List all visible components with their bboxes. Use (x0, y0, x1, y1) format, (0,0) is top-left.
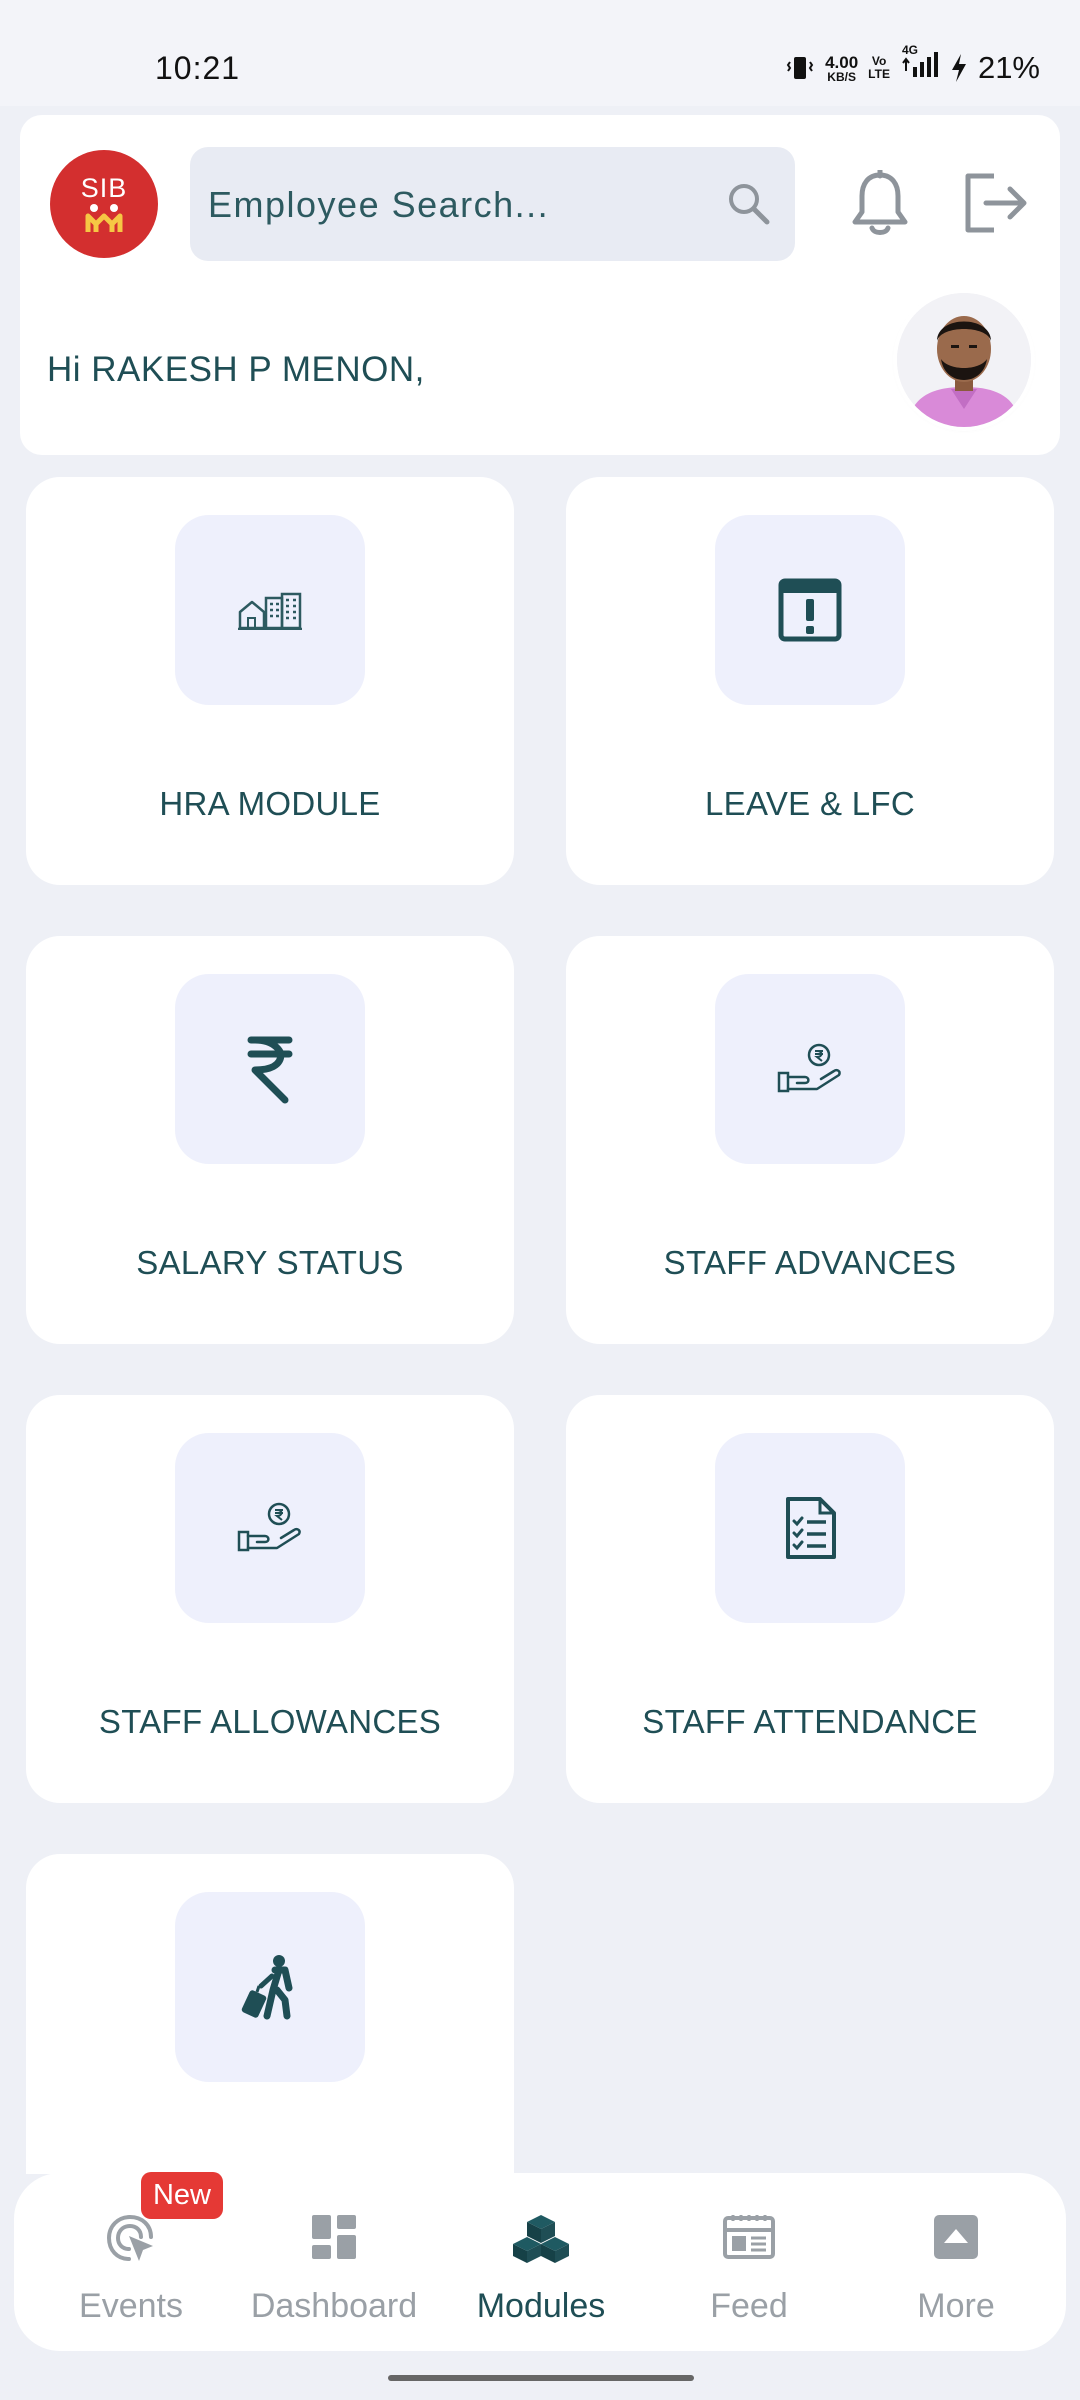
nav-item-dashboard[interactable]: Dashboard (239, 2213, 429, 2333)
network-speed: 4.00 KB/S (825, 54, 858, 83)
module-label: STAFF ATTENDANCE (642, 1703, 978, 1740)
logo-text: SIB (80, 172, 128, 203)
logo-mark-icon (85, 203, 123, 232)
network-speed-unit: KB/S (827, 69, 856, 84)
volte-bottom: LTE (868, 67, 890, 81)
more-icon (934, 2215, 978, 2259)
search-icon[interactable] (725, 180, 773, 228)
events-icon (106, 2214, 153, 2261)
traveller-icon (241, 1955, 293, 2020)
avatar-photo-icon (897, 293, 1031, 427)
hand-coin-icon (777, 1043, 841, 1093)
module-label: SALARY STATUS (136, 1244, 404, 1281)
module-label: HRA MODULE (159, 785, 381, 822)
feed-icon (723, 2215, 775, 2259)
charging-icon (951, 54, 966, 82)
module-tile-staff-allowances[interactable]: STAFF ALLOWANCES (26, 1395, 514, 1803)
module-icon-box (175, 974, 365, 1164)
nav-label: Events (79, 2287, 183, 2325)
module-tile-staff-attendance[interactable]: STAFF ATTENDANCE (566, 1395, 1054, 1803)
status-bar: 10:21 4.00 KB/S Vo LTE 4G 21% (0, 0, 1080, 106)
network-speed-value: 4.00 (825, 52, 859, 72)
module-tile-travel[interactable] (26, 1854, 514, 2174)
hand-coin-icon (237, 1502, 301, 1552)
module-icon-box (175, 1433, 365, 1623)
calendar-alert-icon (778, 578, 842, 642)
user-avatar[interactable] (897, 293, 1031, 427)
employee-search-input[interactable] (206, 147, 700, 263)
nav-label: Modules (476, 2287, 606, 2325)
nav-label: Dashboard (250, 2287, 418, 2325)
module-icon-box (715, 974, 905, 1164)
vibrate-icon (786, 57, 814, 79)
logout-icon[interactable] (960, 170, 1030, 236)
module-tile-salary-status[interactable]: SALARY STATUS (26, 936, 514, 1344)
module-icon-box (715, 1433, 905, 1623)
nav-item-more[interactable]: More (861, 2213, 1051, 2333)
volte-indicator: Vo LTE (868, 55, 890, 80)
module-label: STAFF ALLOWANCES (98, 1703, 442, 1740)
app-logo: SIB (50, 150, 158, 258)
notification-bell-icon[interactable] (850, 170, 910, 236)
module-tile-leave-lfc[interactable]: LEAVE & LFC (566, 477, 1054, 885)
checklist-icon (786, 1497, 836, 1559)
module-tile-hra[interactable]: HRA MODULE (26, 477, 514, 885)
rupee-icon (247, 1036, 293, 1104)
module-icon-box (175, 515, 365, 705)
nav-label: More (917, 2287, 995, 2325)
nav-label: Feed (710, 2287, 788, 2325)
greeting-text: Hi RAKESH P MENON, (47, 350, 425, 389)
home-indicator[interactable] (388, 2375, 694, 2381)
dashboard-icon (312, 2215, 356, 2259)
employee-search-box[interactable] (190, 147, 795, 263)
header-card: SIB Hi RAKESH P MENON, (20, 115, 1060, 455)
buildings-icon (238, 592, 302, 630)
nav-item-modules[interactable]: Modules (446, 2213, 636, 2333)
module-icon-box (175, 1892, 365, 2082)
new-badge: New (141, 2172, 223, 2219)
battery-percent: 21% (977, 50, 1040, 85)
signal-group: 4G (900, 43, 940, 86)
status-time: 10:21 (155, 50, 241, 86)
module-tile-staff-advances[interactable]: STAFF ADVANCES (566, 936, 1054, 1344)
nav-item-events[interactable]: Events (36, 2213, 226, 2333)
network-type: 4G (901, 42, 918, 57)
status-icons: 4.00 KB/S Vo LTE 4G 21% (785, 43, 1040, 88)
nav-item-feed[interactable]: Feed (654, 2213, 844, 2333)
module-label: LEAVE & LFC (705, 785, 915, 822)
module-icon-box (715, 515, 905, 705)
module-label: STAFF ADVANCES (663, 1244, 957, 1281)
modules-icon (513, 2215, 569, 2263)
